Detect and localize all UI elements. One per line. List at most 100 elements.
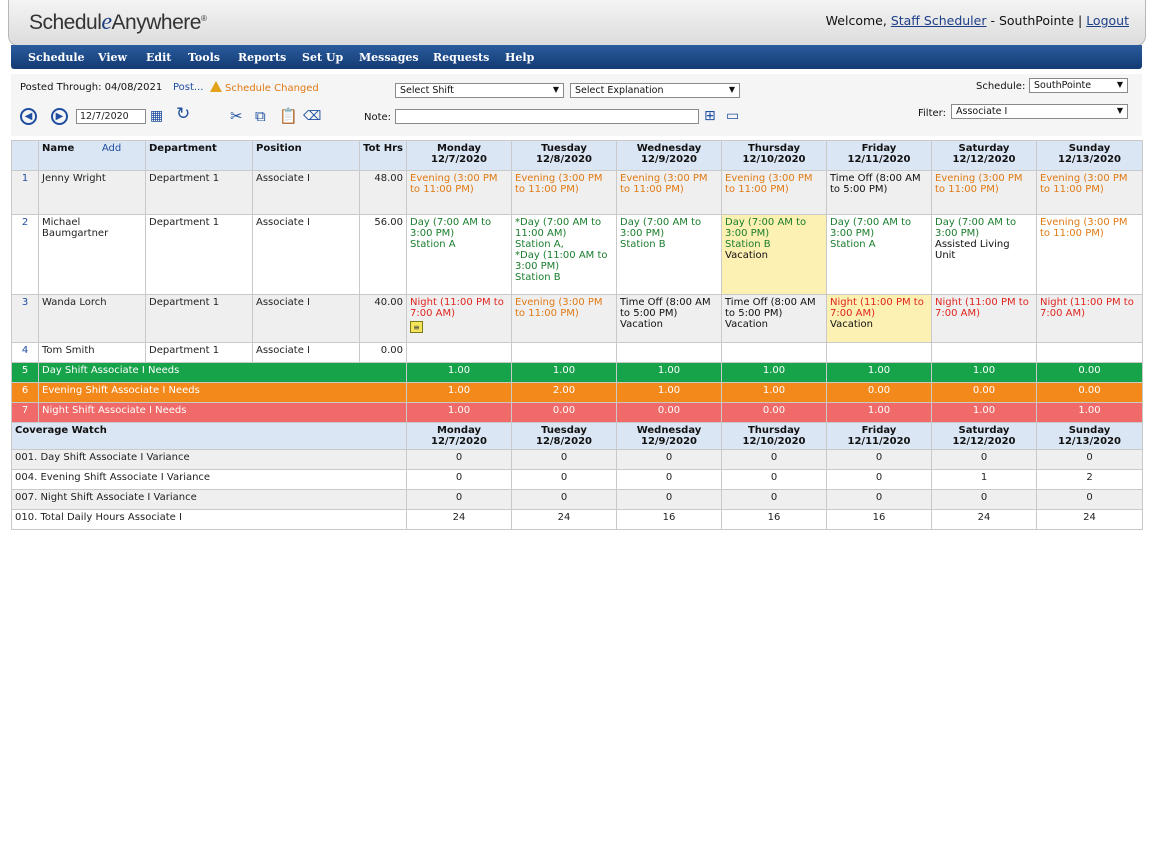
shift-cell[interactable]: Day (7:00 AM to 3:00 PM) Station B Vacatio… bbox=[721, 214, 827, 295]
select-shift-dropdown[interactable]: Select Shift ▼ bbox=[395, 83, 564, 98]
shift-cell[interactable] bbox=[826, 342, 932, 363]
note-icon[interactable]: ≡ bbox=[410, 321, 423, 333]
shift-text: Night (11:00 PM to 7:00 AM) bbox=[830, 297, 924, 319]
shift-cell[interactable]: Time Off (8:00 AM to 5:00 PM) bbox=[826, 170, 932, 215]
menu-edit[interactable]: Edit bbox=[146, 51, 171, 64]
note-input[interactable] bbox=[395, 109, 699, 124]
shift-cell[interactable]: Night (11:00 PM to 7:00 AM) bbox=[1036, 294, 1143, 343]
shift-cell[interactable]: Night (11:00 PM to 7:00 AM) bbox=[931, 294, 1037, 343]
coverage-row: 001. Day Shift Associate I Variance 0 0 0 0 0… bbox=[11, 449, 1143, 470]
needs-value: 0.00 bbox=[616, 402, 722, 423]
menu-schedule[interactable]: Schedule bbox=[28, 51, 85, 64]
header-day-4[interactable]: Friday 12/11/2020 bbox=[826, 140, 932, 171]
needs-row: 6 Evening Shift Associate I Needs 1.00 2.00… bbox=[11, 382, 1143, 403]
coverage-value: 0 bbox=[721, 469, 827, 490]
coverage-value: 0 bbox=[931, 449, 1037, 470]
filter-dropdown[interactable]: Associate I ▼ bbox=[951, 104, 1128, 119]
paste-icon[interactable]: 📋 bbox=[279, 108, 298, 124]
shift-cell[interactable] bbox=[1036, 342, 1143, 363]
coverage-value: 24 bbox=[406, 509, 512, 530]
document-icon[interactable]: ▭ bbox=[726, 108, 739, 124]
logout-link[interactable]: Logout bbox=[1086, 13, 1129, 28]
user-link[interactable]: Staff Scheduler bbox=[891, 13, 987, 28]
shift-cell[interactable]: Evening (3:00 PM to 11:00 PM) bbox=[1036, 170, 1143, 215]
warning-icon bbox=[210, 81, 222, 92]
post-link[interactable]: Post... bbox=[173, 82, 203, 93]
app-header: ScheduleAnywhere® Welcome, Staff Schedul… bbox=[8, 0, 1146, 46]
shift-cell[interactable]: Time Off (8:00 AM to 5:00 PM) Vacation bbox=[721, 294, 827, 343]
shift-cell[interactable] bbox=[511, 342, 617, 363]
coverage-value: 0 bbox=[616, 489, 722, 510]
shift-cell[interactable]: Evening (3:00 PM to 11:00 PM) bbox=[406, 170, 512, 215]
header-name: Name Add bbox=[38, 140, 146, 171]
shift-cell[interactable]: Time Off (8:00 AM to 5:00 PM) Vacation bbox=[616, 294, 722, 343]
employee-name[interactable]: Jenny Wright bbox=[38, 170, 146, 215]
needs-value: 1.00 bbox=[406, 402, 512, 423]
employee-name[interactable]: Wanda Lorch bbox=[38, 294, 146, 343]
shift-cell[interactable] bbox=[406, 342, 512, 363]
next-week-button[interactable]: ▶ bbox=[51, 108, 68, 125]
header-day-0[interactable]: Monday 12/7/2020 bbox=[406, 140, 512, 171]
coverage-value: 0 bbox=[511, 489, 617, 510]
add-employee-link[interactable]: Add bbox=[102, 143, 121, 154]
needs-label: Day Shift Associate I Needs bbox=[38, 362, 407, 383]
eraser-icon[interactable]: ⌫ bbox=[303, 109, 321, 125]
schedule-dropdown[interactable]: SouthPointe ▼ bbox=[1029, 78, 1128, 93]
employee-name[interactable]: Michael Baumgartner bbox=[38, 214, 146, 295]
shift-cell[interactable]: Evening (3:00 PM to 11:00 PM) bbox=[1036, 214, 1143, 295]
shift-text: Evening (3:00 PM to 11:00 PM) bbox=[935, 173, 1023, 195]
previous-week-button[interactable]: ◀ bbox=[20, 108, 37, 125]
menu-tools[interactable]: Tools bbox=[188, 51, 220, 64]
shift-cell[interactable]: *Day (7:00 AM to 11:00 AM) Station A, *Day… bbox=[511, 214, 617, 295]
shift-text: Evening (3:00 PM to 11:00 PM) bbox=[1040, 217, 1128, 239]
employee-position: Associate I bbox=[252, 214, 360, 295]
calendar-icon[interactable]: ▦ bbox=[150, 108, 163, 124]
shift-explanation: Vacation bbox=[725, 250, 768, 261]
shift-cell[interactable]: Day (7:00 AM to 3:00 PM) Assisted Living … bbox=[931, 214, 1037, 295]
header-day-5[interactable]: Saturday 12/12/2020 bbox=[931, 140, 1037, 171]
copy-icon[interactable]: ⧉ bbox=[255, 108, 266, 124]
row-number: 5 bbox=[11, 362, 39, 383]
coverage-value: 0 bbox=[1036, 489, 1143, 510]
scissors-icon[interactable]: ✂ bbox=[230, 108, 243, 124]
shift-cell[interactable]: Night (11:00 PM to 7:00 AM) Vacation bbox=[826, 294, 932, 343]
coverage-header-day-5: Saturday 12/12/2020 bbox=[931, 422, 1037, 450]
shift-cell[interactable]: Evening (3:00 PM to 11:00 PM) bbox=[721, 170, 827, 215]
shift-cell[interactable]: Evening (3:00 PM to 11:00 PM) bbox=[931, 170, 1037, 215]
menu-setup[interactable]: Set Up bbox=[302, 51, 343, 64]
shift-cell[interactable]: Evening (3:00 PM to 11:00 PM) bbox=[511, 294, 617, 343]
employee-name[interactable]: Tom Smith bbox=[38, 342, 146, 363]
coverage-row: 010. Total Daily Hours Associate I 24 24 16… bbox=[11, 509, 1143, 530]
shift-text: Evening (3:00 PM to 11:00 PM) bbox=[1040, 173, 1128, 195]
shift-cell[interactable] bbox=[721, 342, 827, 363]
add-note-icon[interactable]: ⊞ bbox=[704, 108, 716, 124]
coverage-label: 001. Day Shift Associate I Variance bbox=[11, 449, 407, 470]
shift-cell[interactable]: Day (7:00 AM to 3:00 PM) Station A bbox=[826, 214, 932, 295]
menu-help[interactable]: Help bbox=[505, 51, 534, 64]
shift-cell[interactable]: Evening (3:00 PM to 11:00 PM) bbox=[511, 170, 617, 215]
shift-cell[interactable]: Day (7:00 AM to 3:00 PM) Station B bbox=[616, 214, 722, 295]
header-day-2[interactable]: Wednesday 12/9/2020 bbox=[616, 140, 722, 171]
shift-cell[interactable]: Evening (3:00 PM to 11:00 PM) bbox=[616, 170, 722, 215]
shift-cell[interactable] bbox=[616, 342, 722, 363]
menu-view[interactable]: View bbox=[98, 51, 127, 64]
employee-hours: 40.00 bbox=[359, 294, 407, 343]
header-day-3[interactable]: Thursday 12/10/2020 bbox=[721, 140, 827, 171]
shift-cell[interactable]: Day (7:00 AM to 3:00 PM) Station A bbox=[406, 214, 512, 295]
refresh-icon[interactable]: ↻ bbox=[176, 106, 190, 123]
select-explanation-dropdown[interactable]: Select Explanation ▼ bbox=[570, 83, 740, 98]
header-day-6[interactable]: Sunday 12/13/2020 bbox=[1036, 140, 1143, 171]
menu-messages[interactable]: Messages bbox=[359, 51, 419, 64]
shift-text: Time Off (8:00 AM to 5:00 PM) bbox=[620, 297, 711, 319]
menu-reports[interactable]: Reports bbox=[238, 51, 286, 64]
coverage-label: 010. Total Daily Hours Associate I bbox=[11, 509, 407, 530]
date-input[interactable]: 12/7/2020 bbox=[76, 109, 146, 124]
header-tot-hrs: Tot Hrs bbox=[359, 140, 407, 171]
header-day-1[interactable]: Tuesday 12/8/2020 bbox=[511, 140, 617, 171]
shift-explanation: Vacation bbox=[725, 319, 768, 330]
shift-text: Day (7:00 AM to 3:00 PM) bbox=[830, 217, 912, 239]
welcome-text: Welcome, bbox=[825, 13, 887, 28]
shift-cell[interactable] bbox=[931, 342, 1037, 363]
shift-cell[interactable]: Night (11:00 PM to 7:00 AM) ≡ bbox=[406, 294, 512, 343]
menu-requests[interactable]: Requests bbox=[433, 51, 489, 64]
